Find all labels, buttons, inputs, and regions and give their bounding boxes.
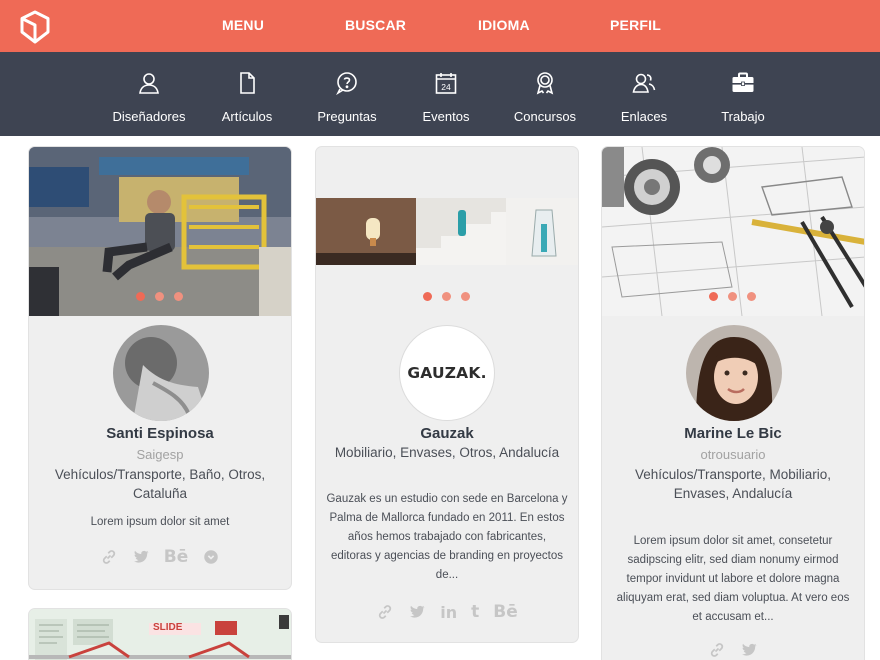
carousel-dot[interactable] — [136, 292, 145, 301]
link-icon[interactable] — [100, 548, 118, 566]
top-bar: MENU BUSCAR IDIOMA PERFIL — [0, 0, 880, 52]
avatar[interactable]: GAUZAK. — [399, 325, 495, 421]
designer-card[interactable]: GAUZAK. Gauzak Mobiliario, Envases, Otro… — [315, 146, 579, 643]
designer-username: otrousuario — [700, 447, 766, 462]
award-icon — [536, 72, 554, 95]
subnav-label: Concursos — [513, 109, 577, 124]
designer-name[interactable]: Marine Le Bic — [602, 425, 864, 442]
behance-icon[interactable]: Bē — [164, 547, 189, 567]
twitter-icon[interactable] — [740, 641, 758, 659]
social-links: Bē — [29, 547, 291, 567]
carousel-dots — [136, 292, 183, 301]
subnav-item-disenadores[interactable]: Diseñadores — [101, 71, 197, 124]
subnav-item-articulos[interactable]: Artículos — [199, 71, 295, 124]
subnav-item-enlaces[interactable]: Enlaces — [596, 71, 692, 124]
designer-name[interactable]: Santi Espinosa — [29, 425, 291, 442]
carousel-dots — [709, 292, 756, 301]
carousel-dot[interactable] — [174, 292, 183, 301]
designer-username: Saigesp — [136, 447, 184, 462]
topnav-perfil[interactable]: PERFIL — [610, 17, 661, 33]
designer-tags: Mobiliario, Envases, Otros, Andalucía — [334, 445, 560, 460]
users-link-icon — [632, 73, 656, 93]
subnav-label: Trabajo — [721, 109, 765, 124]
link-icon[interactable] — [708, 641, 726, 659]
carousel-dot[interactable] — [442, 292, 451, 301]
card-photo: SLIDE — [29, 609, 291, 660]
designer-tags: Vehículos/Transporte, Mobiliario, Envase… — [634, 467, 832, 501]
link-icon[interactable] — [376, 603, 394, 621]
subnav-item-eventos[interactable]: 24 Eventos — [398, 71, 494, 124]
user-icon — [139, 73, 159, 94]
linkedin-icon[interactable]: in — [440, 603, 457, 622]
subnav-label: Enlaces — [620, 109, 668, 124]
behance-icon[interactable]: Bē — [493, 602, 518, 622]
carousel-dot[interactable] — [461, 292, 470, 301]
designer-name[interactable]: Gauzak — [316, 425, 578, 442]
carousel-dots — [423, 292, 470, 301]
svg-text:24: 24 — [441, 82, 451, 92]
avatar[interactable] — [113, 325, 209, 421]
question-icon — [336, 72, 357, 95]
subnav-label: Artículos — [221, 109, 273, 124]
card-photo — [316, 198, 578, 265]
designer-description: Gauzak es un estudio con sede en Barcelo… — [326, 493, 568, 581]
subnav-label: Preguntas — [317, 109, 377, 124]
document-icon — [240, 72, 255, 94]
topnav-buscar[interactable]: BUSCAR — [345, 17, 406, 33]
topnav-menu[interactable]: MENU — [222, 17, 264, 33]
designer-description: Lorem ipsum dolor sit amet — [90, 516, 230, 528]
logo-icon[interactable] — [19, 10, 51, 44]
company-logo-text: GAUZAK. — [407, 364, 487, 382]
designer-description: Lorem ipsum dolor sit amet, consetetur s… — [616, 535, 850, 623]
calendar-icon: 24 — [435, 73, 457, 94]
designer-card[interactable]: Santi Espinosa Saigesp Vehículos/Transpo… — [28, 146, 292, 590]
carousel-dot[interactable] — [709, 292, 718, 301]
subnav-label: Eventos — [422, 109, 470, 124]
carousel-dot[interactable] — [747, 292, 756, 301]
subnav-label: Diseñadores — [112, 109, 186, 124]
thumb-title: SLIDE — [153, 622, 183, 633]
designer-card[interactable]: Marine Le Bic otrousuario Vehículos/Tran… — [601, 146, 865, 660]
card-photo — [602, 147, 864, 316]
subnav-item-trabajo[interactable]: Trabajo — [695, 71, 791, 124]
card-photo — [29, 147, 291, 316]
avatar[interactable] — [686, 325, 782, 421]
subnav-item-concursos[interactable]: Concursos — [497, 71, 593, 124]
twitter-icon[interactable] — [408, 603, 426, 621]
carousel-dot[interactable] — [423, 292, 432, 301]
tumblr-icon[interactable]: t — [471, 602, 479, 622]
category-nav: Diseñadores Artículos Preguntas 24 Event… — [0, 52, 880, 136]
designer-tags: Vehículos/Transporte, Baño, Otros, Catal… — [54, 467, 266, 501]
subnav-item-preguntas[interactable]: Preguntas — [299, 71, 395, 124]
briefcase-icon — [732, 72, 754, 92]
carousel-dot[interactable] — [155, 292, 164, 301]
twitter-icon[interactable] — [132, 548, 150, 566]
carousel-dot[interactable] — [728, 292, 737, 301]
social-links — [602, 641, 864, 659]
designer-card[interactable]: SLIDE — [28, 608, 292, 660]
social-links: in t Bē — [316, 602, 578, 622]
topnav-idioma[interactable]: IDIOMA — [478, 17, 530, 33]
dribbble-icon[interactable] — [202, 548, 220, 566]
